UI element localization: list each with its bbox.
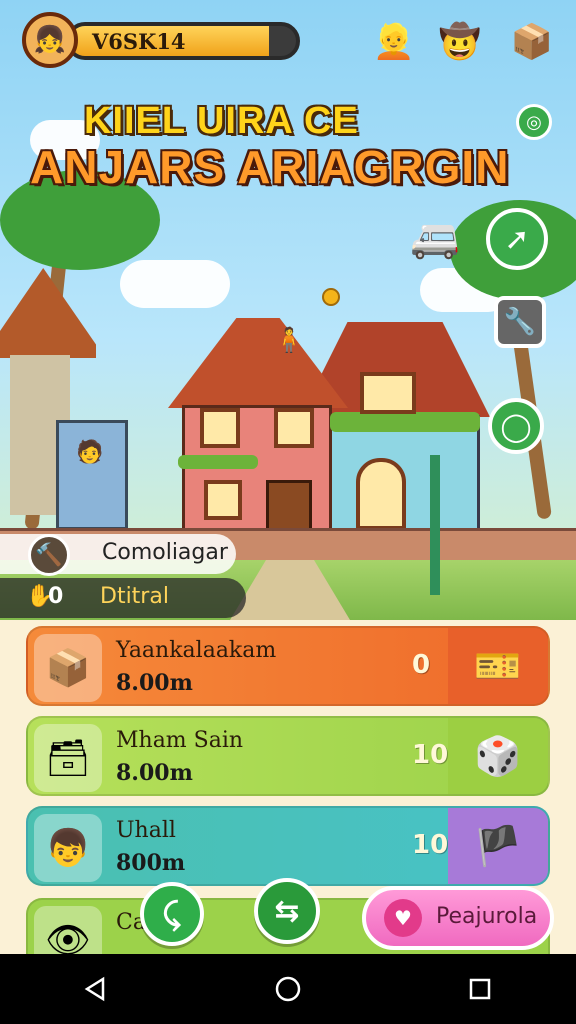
house-window — [200, 408, 240, 448]
status-strip-secondary[interactable]: ✋ 0 Dtitral — [0, 578, 246, 618]
cycle-icon[interactable]: ◯ — [488, 398, 544, 454]
crate-icon: 🗃 — [34, 724, 102, 792]
task-time: 800m — [116, 850, 186, 876]
game-scene: 🧍 🧑 🚐 KIIEL UIRA CE ANJARS ARIAGRGIN V6S… — [0, 0, 576, 620]
share-arrow-icon[interactable]: ➚ — [486, 208, 548, 270]
pink-badge-icon: ♥ — [384, 899, 422, 937]
xp-bar: V6SK14 — [66, 22, 300, 60]
status-strip-label: Comoliagar — [102, 540, 228, 565]
street-lamp — [430, 455, 440, 595]
home-icon[interactable] — [258, 959, 318, 1019]
task-count: 0 — [412, 650, 431, 680]
character-yellow-icon[interactable]: 👱 — [370, 14, 418, 70]
game-title-line2: ANJARS ARIAGRGIN — [30, 141, 510, 193]
task-time: 8.00m — [116, 760, 193, 786]
boy-icon: 👦 — [34, 814, 102, 882]
cloud — [120, 260, 230, 308]
coin-icon[interactable] — [322, 288, 340, 306]
character-on-roof-icon[interactable]: 🧍 — [274, 326, 304, 360]
player-name: V6SK14 — [92, 29, 186, 54]
game-title-line1: KIIEL UIRA CE — [84, 100, 359, 142]
crate-icon[interactable]: 📦 — [508, 14, 556, 70]
villager-icon[interactable]: 🧑 — [76, 440, 103, 474]
task-name: Uhall — [116, 818, 176, 843]
hammer-icon[interactable]: 🔨 — [28, 534, 70, 576]
task-time: 8.00m — [116, 670, 193, 696]
task-panel: 📦 Yaankalaakam 8.00m 0 🎫 🗃 Mham Sain 8.0… — [0, 620, 576, 954]
house-roof-main — [168, 318, 348, 408]
android-nav-bar — [0, 954, 576, 1024]
house-window — [360, 372, 416, 414]
pink-action-label: Peajurola — [436, 904, 538, 929]
dice-icon[interactable]: 🎲 — [448, 718, 548, 794]
house-window — [204, 480, 242, 520]
task-name: Yaankalaakam — [116, 638, 277, 663]
house-window — [274, 408, 314, 448]
shed — [56, 420, 128, 530]
eye-icon: 👁 — [34, 906, 102, 954]
status-strip-count: 0 — [48, 584, 64, 609]
lever-icon[interactable]: ⤹ — [140, 882, 204, 946]
house-window — [356, 458, 406, 530]
wrench-icon[interactable]: 🔧 — [494, 296, 546, 348]
pink-action-button[interactable]: ♥ Peajurola — [362, 886, 554, 950]
status-strip-label: Dtitral — [100, 584, 169, 609]
hut-roof — [0, 268, 96, 358]
recents-icon[interactable] — [450, 959, 510, 1019]
ticket-icon[interactable]: 🎫 — [448, 628, 548, 704]
info-button[interactable]: ◎ — [516, 104, 552, 140]
pirate-icon[interactable]: 🏴 — [448, 808, 548, 884]
task-name: Mham Sain — [116, 728, 244, 753]
girl-avatar-icon[interactable]: 👧 — [22, 12, 78, 68]
task-card[interactable]: 🗃 Mham Sain 8.00m 10 🎲 — [26, 716, 550, 796]
task-count: 10 — [412, 830, 449, 860]
task-card[interactable]: 📦 Yaankalaakam 8.00m 0 🎫 — [26, 626, 550, 706]
moss — [178, 455, 258, 469]
swap-icon[interactable]: ⇆ — [254, 878, 320, 944]
task-count: 10 — [412, 740, 449, 770]
moss — [330, 412, 480, 432]
van-icon[interactable]: 🚐 — [408, 212, 462, 262]
box-icon: 📦 — [34, 634, 102, 702]
task-card[interactable]: 👦 Uhall 800m 10 🏴 — [26, 806, 550, 886]
back-icon[interactable] — [66, 959, 126, 1019]
character-hat-icon[interactable]: 🤠 — [436, 14, 484, 70]
